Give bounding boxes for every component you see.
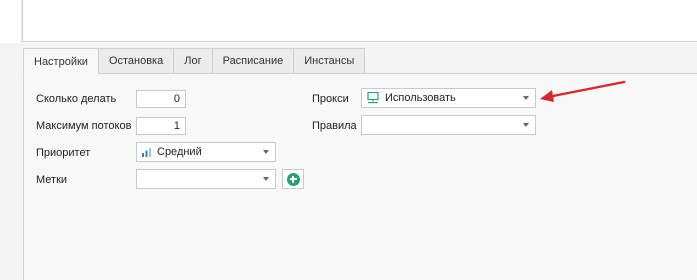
tab-schedule[interactable]: Расписание [212, 48, 295, 74]
bar-chart-icon [142, 147, 151, 157]
max-threads-label: Максимум потоков [36, 120, 132, 132]
tab-stop[interactable]: Остановка [98, 48, 175, 74]
tab-settings[interactable]: Настройки [23, 48, 99, 75]
plus-circle-icon [286, 172, 300, 186]
top-panel [22, 0, 697, 42]
tags-label: Метки [36, 174, 68, 186]
priority-select[interactable]: Средний [136, 142, 276, 162]
chevron-down-icon [263, 177, 269, 181]
monitor-network-icon [367, 92, 379, 104]
tab-instances[interactable]: Инстансы [294, 48, 366, 74]
tab-log[interactable]: Лог [174, 48, 213, 74]
how-many-label: Сколько делать [36, 93, 117, 105]
settings-panel [23, 74, 697, 280]
priority-value: Средний [157, 146, 202, 158]
tab-strip: Настройки Остановка Лог Расписание Инста… [23, 48, 366, 75]
chevron-down-icon [263, 150, 269, 154]
rules-label: Правила [312, 120, 357, 132]
chevron-down-icon [523, 123, 529, 127]
red-arrow-icon [540, 80, 626, 102]
proxy-value: Использовать [385, 92, 456, 104]
priority-label: Приоритет [36, 147, 91, 159]
chevron-down-icon [523, 96, 529, 100]
add-tag-button[interactable] [282, 169, 304, 189]
tags-select[interactable] [136, 169, 276, 189]
max-threads-input[interactable]: 1 [136, 117, 186, 135]
proxy-select[interactable]: Использовать [361, 88, 536, 108]
rules-select[interactable] [361, 115, 536, 135]
how-many-input[interactable]: 0 [136, 90, 186, 108]
proxy-label: Прокси [312, 93, 349, 105]
